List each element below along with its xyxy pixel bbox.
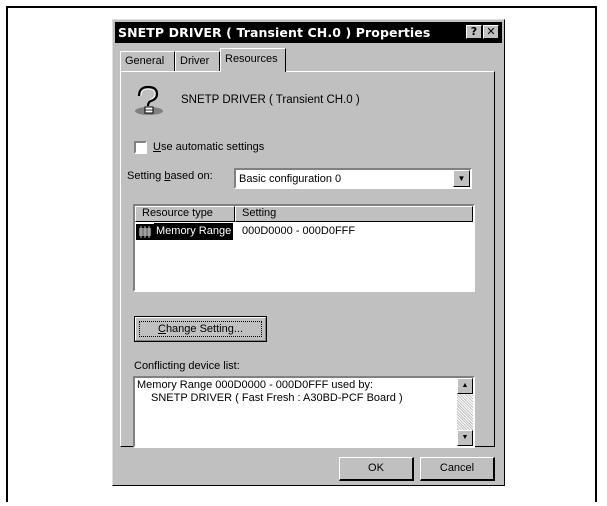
tab-driver[interactable]: Driver (175, 51, 220, 71)
resource-type-cell: Memory Range (154, 223, 234, 240)
dropdown-button[interactable]: ▼ (453, 170, 470, 187)
memory-chip-icon (136, 224, 154, 240)
scroll-down-button[interactable]: ▼ (457, 430, 473, 446)
conflicts-label: Conflicting device list: (134, 360, 240, 372)
unknown-device-icon (135, 85, 163, 115)
setting-based-label: Setting based on: (127, 170, 213, 182)
change-setting-label: Change Setting... (139, 321, 262, 337)
device-name: SNETP DRIVER ( Transient CH.0 ) (181, 94, 360, 106)
resource-setting-cell: 000D0000 - 000D0FFF (242, 225, 356, 237)
close-icon: ✕ (486, 25, 496, 38)
auto-settings-label-rest: se automatic settings (160, 141, 265, 153)
arrow-down-icon: ▼ (461, 434, 469, 441)
ok-button[interactable]: OK (339, 457, 414, 481)
setting-based-select[interactable]: Basic configuration 0 ▼ (234, 168, 472, 189)
conflict-line-2: SNETP DRIVER ( Fast Fresh : A30BD-PCF Bo… (151, 392, 403, 404)
table-row[interactable]: Memory Range 000D0000 - 000D0FFF (135, 223, 473, 241)
arrow-up-icon: ▲ (461, 382, 469, 389)
tab-general[interactable]: General (120, 51, 175, 71)
resource-list[interactable]: Resource type Setting Memory Range 000D0… (133, 204, 475, 292)
auto-settings-checkbox[interactable] (134, 141, 147, 154)
setting-based-rest: ased on: (170, 170, 213, 182)
tab-driver-label: Driver (180, 55, 210, 67)
properties-dialog: SNETP DRIVER ( Transient CH.0 ) Properti… (112, 19, 505, 486)
setting-based-prefix: Setting (127, 170, 165, 182)
conflicts-box[interactable]: Memory Range 000D0000 - 000D0FFF used by… (133, 376, 475, 448)
scroll-up-button[interactable]: ▲ (457, 378, 473, 394)
tab-general-label: General (125, 55, 165, 67)
scrollbar[interactable]: ▲ ▼ (457, 378, 473, 446)
help-icon: ? (470, 25, 478, 38)
dialog-title: SNETP DRIVER ( Transient CH.0 ) Properti… (118, 25, 431, 40)
setting-based-value: Basic configuration 0 (239, 173, 342, 185)
change-setting-button[interactable]: Change Setting... (134, 316, 267, 342)
help-button[interactable]: ? (466, 25, 482, 39)
change-setting-hotkey: C (157, 323, 166, 335)
auto-settings-label[interactable]: Use automatic settings (153, 141, 264, 153)
change-setting-rest: hange Setting... (165, 323, 243, 335)
close-button[interactable]: ✕ (483, 25, 499, 39)
tab-resources-label: Resources (225, 53, 278, 65)
cancel-button[interactable]: Cancel (420, 457, 495, 481)
column-resource-type[interactable]: Resource type (135, 206, 235, 222)
conflict-line-1: Memory Range 000D0000 - 000D0FFF used by… (137, 379, 374, 391)
chevron-down-icon: ▼ (457, 174, 466, 183)
resource-list-header: Resource type Setting (135, 206, 473, 222)
title-bar[interactable]: SNETP DRIVER ( Transient CH.0 ) Properti… (115, 22, 502, 43)
resources-panel: SNETP DRIVER ( Transient CH.0 ) Use auto… (120, 71, 495, 448)
column-setting[interactable]: Setting (235, 206, 473, 222)
auto-settings-hotkey: U (153, 141, 161, 153)
tab-resources[interactable]: Resources (220, 48, 286, 72)
